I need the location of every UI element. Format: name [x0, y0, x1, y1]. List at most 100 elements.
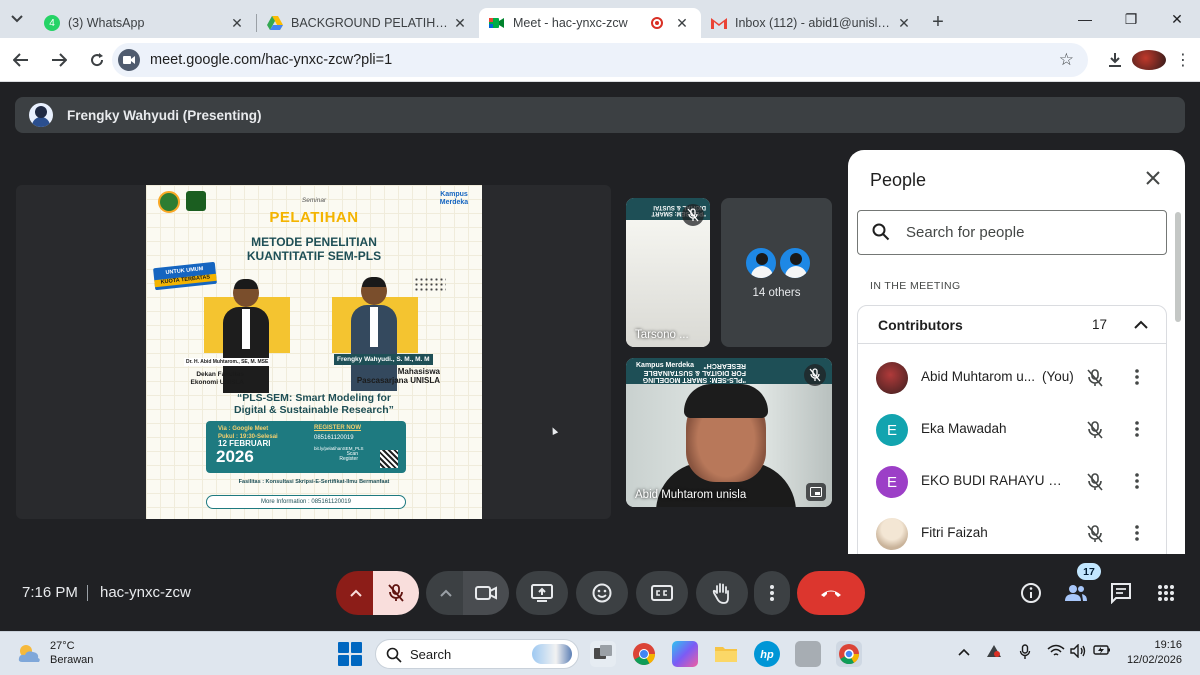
- file-explorer-icon[interactable]: [713, 641, 739, 667]
- captions-button[interactable]: [636, 571, 688, 615]
- site-info-icon[interactable]: [118, 49, 140, 71]
- people-icon[interactable]: [1063, 580, 1089, 606]
- participant-row[interactable]: E Eka Mawadah: [858, 404, 1166, 456]
- tab-search-chevron-icon[interactable]: [0, 0, 34, 38]
- restore-icon[interactable]: ❐: [1108, 0, 1154, 38]
- windows-start-icon[interactable]: [338, 642, 362, 666]
- mic-off-icon: [388, 584, 404, 602]
- poster-quote: “PLS-SEM: Smart Modeling for Digital & S…: [146, 392, 482, 416]
- people-count-badge: 17: [1077, 563, 1101, 580]
- wifi-icon[interactable]: [1047, 644, 1065, 661]
- muted-mic-icon[interactable]: [1086, 368, 1104, 393]
- new-tab-plus-icon[interactable]: +: [923, 11, 953, 34]
- close-icon[interactable]: ✕: [895, 15, 913, 32]
- close-icon[interactable]: ✕: [451, 15, 469, 32]
- present-screen-button[interactable]: [516, 571, 568, 615]
- participant-row[interactable]: Fitri Faizah: [858, 508, 1166, 554]
- url-text: meet.google.com/hac-ynxc-zcw?pli=1: [150, 52, 393, 68]
- audio-options-chevron-icon[interactable]: [336, 571, 376, 615]
- more-options-icon[interactable]: [1134, 420, 1140, 443]
- taskbar-search[interactable]: Search: [375, 639, 579, 669]
- battery-icon[interactable]: [1093, 644, 1111, 659]
- task-view-icon[interactable]: [590, 641, 616, 667]
- address-bar[interactable]: meet.google.com/hac-ynxc-zcw?pli=1 ☆: [112, 43, 1088, 77]
- meeting-details-icon[interactable]: [1018, 580, 1044, 606]
- microphone-toggle-button[interactable]: [373, 571, 419, 615]
- muted-mic-icon[interactable]: [1086, 420, 1104, 445]
- poster-heading: PELATIHAN: [269, 209, 359, 226]
- cloudy-weather-icon: [18, 645, 40, 662]
- download-icon[interactable]: [1098, 52, 1132, 68]
- participant-row[interactable]: Abid Muhtarom u... (You): [858, 352, 1166, 404]
- meeting-clock: 7:16 PM: [22, 584, 78, 601]
- raise-hand-button[interactable]: [696, 571, 748, 615]
- meeting-code: hac-ynxc-zcw: [100, 584, 191, 601]
- tab-label: Inbox (112) - abid1@unisla.ac.id: [735, 16, 895, 30]
- participant-tile-abid[interactable]: "PLS-SEM: SMART MODELING FOR DIGITAL & S…: [626, 358, 832, 507]
- volume-icon[interactable]: [1070, 643, 1088, 661]
- system-date: 12/02/2026: [1126, 654, 1182, 666]
- more-options-button[interactable]: [754, 571, 790, 615]
- google-meet-icon: [489, 15, 505, 31]
- more-options-icon[interactable]: [1134, 524, 1140, 547]
- muted-mic-icon[interactable]: [1086, 524, 1104, 549]
- others-tile[interactable]: 14 others: [721, 198, 832, 347]
- weather-widget[interactable]: 27°C Berawan: [16, 639, 93, 667]
- tab-gmail[interactable]: Inbox (112) - abid1@unisla.ac.id ✕: [701, 8, 923, 38]
- more-options-icon[interactable]: [1134, 368, 1140, 391]
- google-drive-icon: [267, 15, 283, 31]
- chevron-up-icon[interactable]: [1134, 317, 1148, 335]
- bookmark-star-icon[interactable]: ☆: [1059, 50, 1074, 70]
- tab-meet[interactable]: Meet - hac-ynxc-zcw ✕: [479, 8, 701, 38]
- toolbar-actions: ⋮: [1098, 38, 1200, 82]
- copilot-icon[interactable]: [672, 641, 698, 667]
- back-arrow-icon[interactable]: [4, 43, 38, 77]
- close-icon[interactable]: [1141, 166, 1165, 190]
- video-options-chevron-icon[interactable]: [426, 571, 466, 615]
- reload-icon[interactable]: [80, 43, 114, 77]
- via-text: Via : Google Meet: [218, 426, 269, 432]
- poster-title: METODE PENELITIAN KUANTITATIF SEM-PLS: [146, 235, 482, 263]
- leave-call-button[interactable]: [797, 571, 865, 615]
- system-clock[interactable]: 19:16 12/02/2026: [1127, 638, 1182, 668]
- hp-icon[interactable]: hp: [754, 641, 780, 667]
- reactions-button[interactable]: [576, 571, 628, 615]
- presenting-label: Frengky Wahyudi (Presenting): [67, 107, 262, 123]
- muted-mic-icon[interactable]: [1086, 472, 1104, 497]
- camera-toggle-button[interactable]: [463, 571, 509, 615]
- contributors-header[interactable]: Contributors 17: [858, 306, 1166, 344]
- minimize-icon[interactable]: —: [1062, 0, 1108, 38]
- tab-whatsapp[interactable]: 4 (3) WhatsApp ✕: [34, 8, 256, 38]
- participant-row[interactable]: E EKO BUDI RAHAYU MUL...: [858, 456, 1166, 508]
- captions-icon: [651, 585, 673, 601]
- close-icon[interactable]: ✕: [228, 15, 246, 32]
- browser-tab-strip: 4 (3) WhatsApp ✕ BACKGROUND PELATIHAN - …: [0, 0, 1200, 38]
- people-panel: People Search for people IN THE MEETING …: [848, 150, 1185, 554]
- browser-menu-icon[interactable]: ⋮: [1166, 50, 1200, 70]
- app-icon[interactable]: [795, 641, 821, 667]
- chat-icon[interactable]: [1108, 580, 1134, 606]
- tab-google-drive[interactable]: BACKGROUND PELATIHAN - Go ✕: [257, 8, 479, 38]
- window-close-icon[interactable]: ✕: [1154, 0, 1200, 38]
- qr-code-icon: [380, 450, 398, 468]
- kampus-merdeka-logo: Kampus Merdeka: [636, 362, 694, 369]
- tray-chevron-up-icon[interactable]: [958, 644, 970, 659]
- others-avatars: [745, 247, 811, 279]
- recording-indicator-icon: [651, 17, 663, 29]
- participant-tile-tarsono[interactable]: "PLS-SEM: SMART DIGITAL & SUSTAI Tarsono…: [626, 198, 710, 347]
- people-scrollbar[interactable]: [1175, 212, 1181, 322]
- picture-in-picture-icon[interactable]: [806, 483, 826, 501]
- tab-label: (3) WhatsApp: [68, 16, 145, 30]
- more-options-icon[interactable]: [1134, 472, 1140, 495]
- microphone-tray-icon[interactable]: [1019, 644, 1031, 663]
- tab-label: BACKGROUND PELATIHAN - Go: [291, 16, 451, 30]
- security-tray-icon[interactable]: [986, 644, 1002, 661]
- profile-avatar[interactable]: [1132, 50, 1166, 70]
- close-icon[interactable]: ✕: [673, 15, 691, 32]
- people-search-input[interactable]: Search for people: [857, 210, 1167, 255]
- chrome-taskbar-icon[interactable]: [631, 641, 657, 667]
- chrome-profile-taskbar-icon[interactable]: [836, 641, 862, 667]
- activities-grid-icon[interactable]: [1153, 580, 1179, 606]
- contributors-count: 17: [1092, 317, 1108, 332]
- forward-arrow-icon[interactable]: [42, 43, 76, 77]
